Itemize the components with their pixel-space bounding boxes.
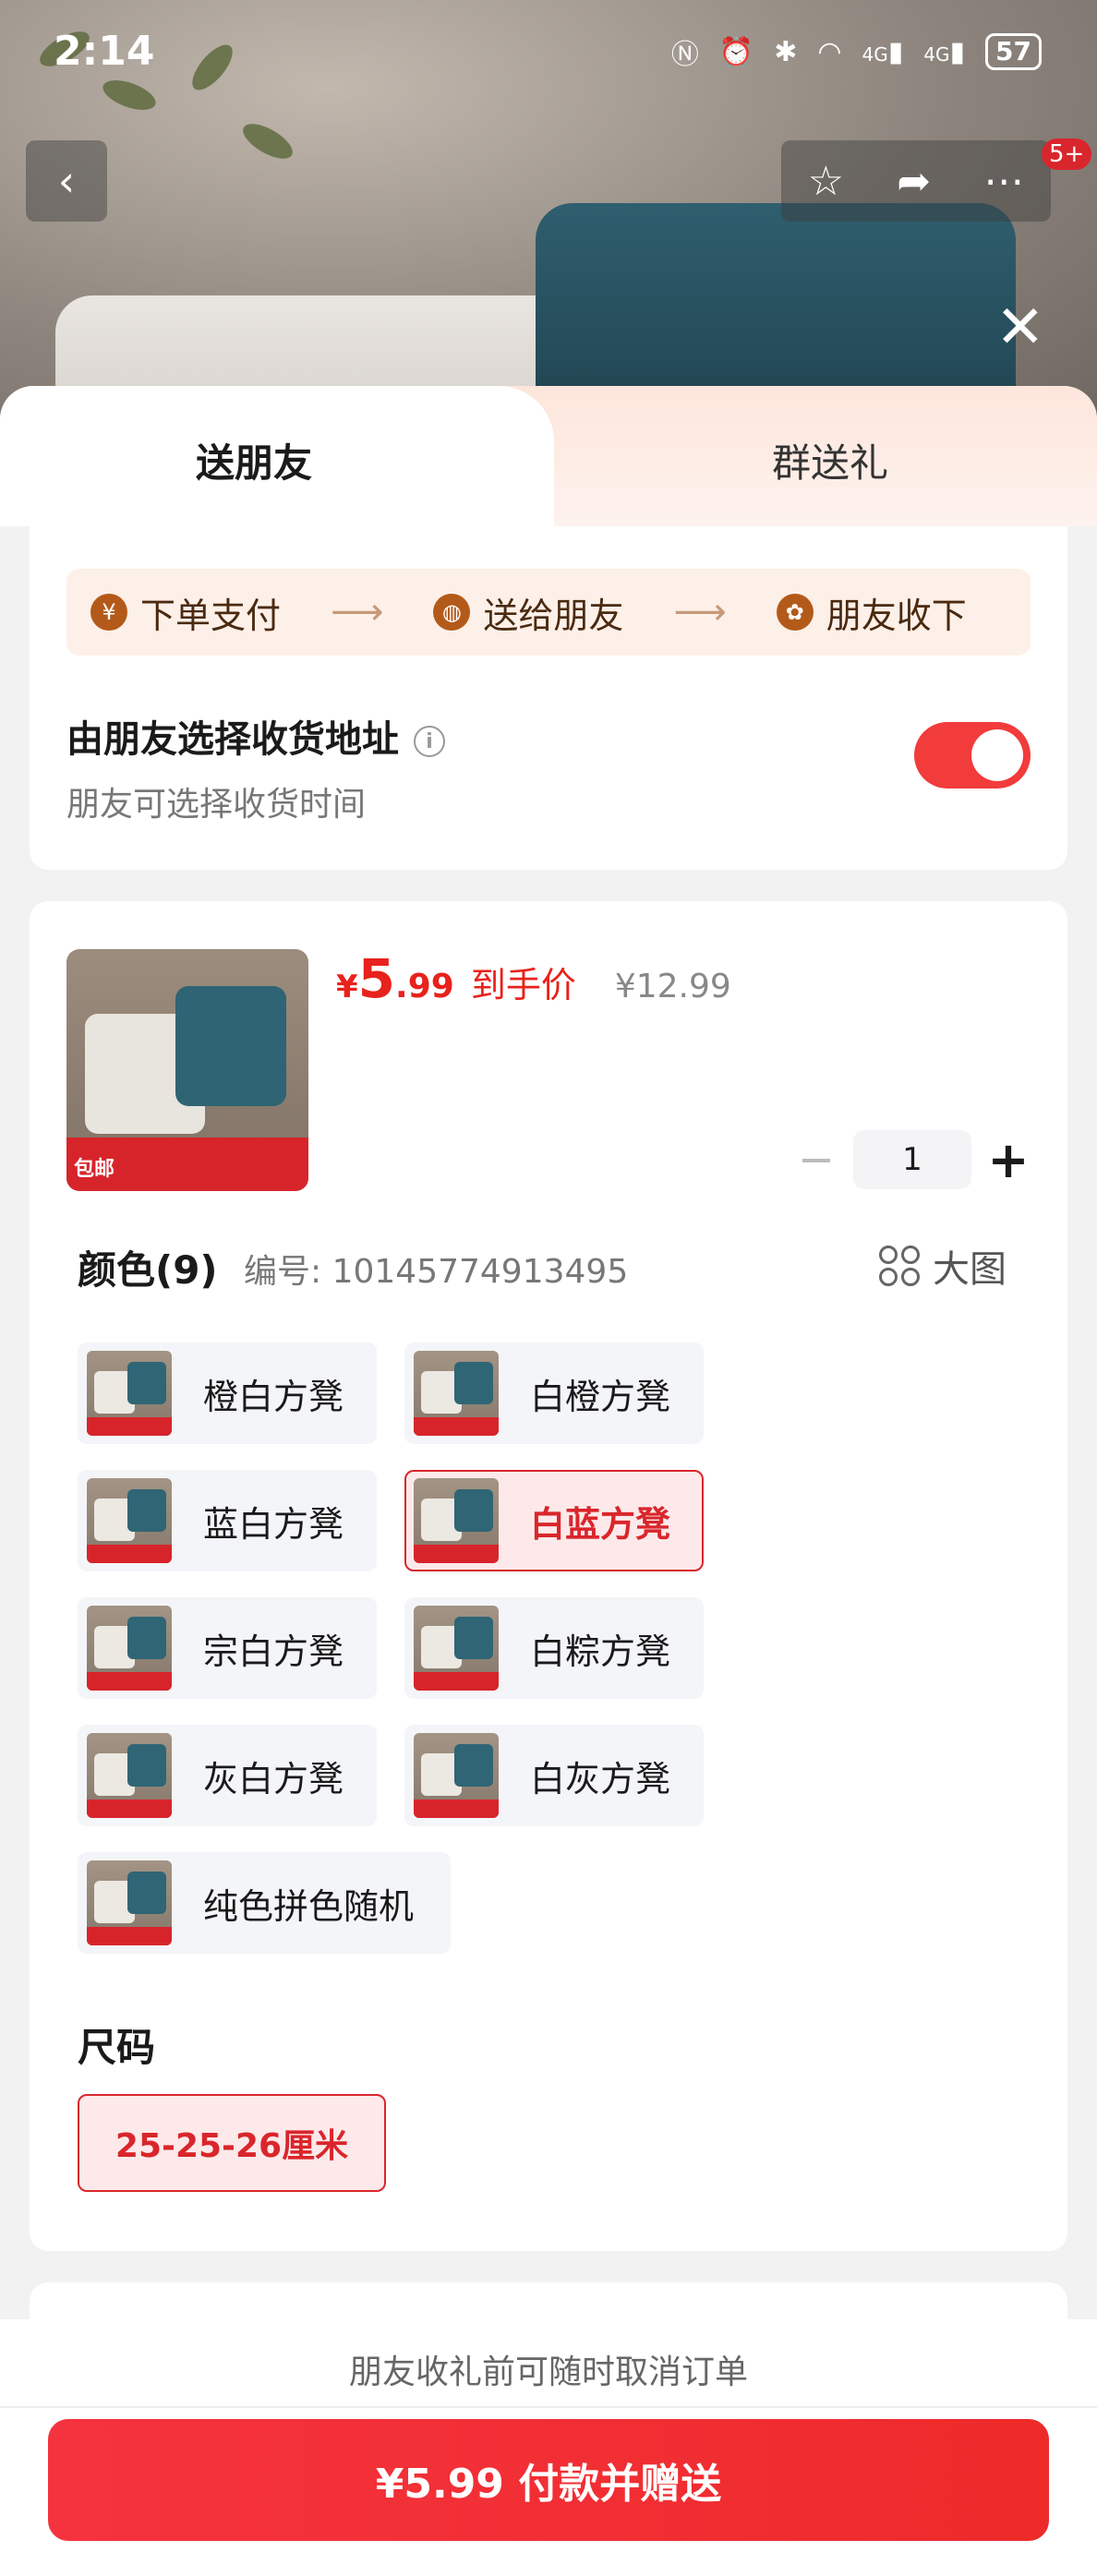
chevron-left-icon: ‹	[57, 156, 76, 206]
step-pay: ¥ 下单支付	[90, 587, 281, 638]
pay-and-gift-button[interactable]: ¥5.99 付款并赠送	[48, 2419, 1049, 2541]
address-title: 由朋友选择收货地址 i	[66, 709, 445, 763]
top-actions: ☆ ➦ ⋯	[781, 140, 1051, 222]
size-heading: 尺码	[78, 2025, 156, 2070]
back-button[interactable]: ‹	[26, 140, 107, 222]
color-option[interactable]: 白橙方凳	[404, 1342, 704, 1444]
friend-address-toggle[interactable]	[914, 722, 1031, 788]
grid-icon	[879, 1246, 920, 1286]
color-option[interactable]: 纯色拼色随机	[78, 1852, 451, 1954]
color-option[interactable]: 宗白方凳	[78, 1597, 377, 1699]
gift-tabs: 送朋友 群送礼	[0, 386, 1097, 526]
arrow-right-icon: ⟶	[673, 591, 727, 633]
signal-icon: 4G▮	[862, 35, 904, 68]
color-option[interactable]: 白灰方凳	[404, 1725, 704, 1826]
color-option[interactable]: 蓝白方凳	[78, 1470, 377, 1571]
product-spec-card: 包邮 ¥ 5 .99 到手价 ¥12.99 − 1 + 颜色(9) 编号: 10…	[30, 901, 1067, 2251]
color-option[interactable]: 橙白方凳	[78, 1342, 377, 1444]
step-send: ◍ 送给朋友	[433, 587, 623, 638]
yen-icon: ¥	[90, 594, 127, 631]
more-icon[interactable]: ⋯	[983, 158, 1024, 205]
color-option-selected[interactable]: 白蓝方凳	[404, 1470, 704, 1571]
cancel-note: 朋友收礼前可随时取消订单	[348, 2353, 748, 2391]
address-subtitle: 朋友可选择收货时间	[66, 786, 367, 824]
wechat-icon: ◍	[433, 594, 471, 631]
quantity-input[interactable]: 1	[853, 1130, 971, 1189]
product-code: 编号: 10145774913495	[244, 1253, 629, 1291]
gift-steps: ¥ 下单支付 ⟶ ◍ 送给朋友 ⟶ ✿ 朋友收下	[66, 569, 1031, 656]
big-image-button[interactable]: 大图	[879, 1239, 1007, 1293]
share-icon[interactable]: ➦	[897, 158, 931, 205]
color-option[interactable]: 白粽方凳	[404, 1597, 704, 1699]
tab-group-gift[interactable]: 群送礼	[772, 432, 888, 488]
color-option[interactable]: 灰白方凳	[78, 1725, 377, 1826]
nfc-icon: Ⓝ	[670, 39, 699, 71]
gift-icon: ✿	[776, 594, 814, 631]
quantity-stepper: − 1 +	[789, 1130, 1036, 1189]
bluetooth-icon: ✱	[774, 35, 798, 68]
info-icon[interactable]: i	[414, 726, 445, 757]
alarm-icon: ⏰	[718, 35, 754, 68]
arrow-right-icon: ⟶	[331, 591, 384, 633]
close-icon[interactable]: ✕	[995, 294, 1045, 362]
size-option-selected[interactable]: 25-25-26厘米	[78, 2094, 386, 2192]
status-time: 2:14	[54, 28, 155, 75]
original-price: ¥12.99	[614, 968, 731, 1005]
gift-flow-card: ¥ 下单支付 ⟶ ◍ 送给朋友 ⟶ ✿ 朋友收下 由朋友选择收货地址 i 朋友可选…	[30, 526, 1067, 870]
message-badge: 5+	[1042, 138, 1092, 170]
star-icon[interactable]: ☆	[808, 158, 844, 205]
signal-icon: 4G▮	[923, 35, 966, 68]
product-thumbnail[interactable]: 包邮	[66, 949, 308, 1191]
gift-sheet: 送朋友 群送礼 ¥ 下单支付 ⟶ ◍ 送给朋友 ⟶ ✿ 朋友收下 由朋友选择收货…	[0, 386, 1097, 2576]
step-receive: ✿ 朋友收下	[776, 587, 967, 638]
battery-indicator: 57	[985, 33, 1042, 70]
tab-send-friend[interactable]: 送朋友	[196, 432, 312, 488]
plus-button[interactable]: +	[981, 1131, 1036, 1189]
wifi-icon: ◠	[817, 35, 842, 68]
footer-bar: 朋友收礼前可随时取消订单 ¥5.99 付款并赠送	[0, 2319, 1097, 2576]
status-bar: 2:14 Ⓝ ⏰ ✱ ◠ 4G▮ 4G▮ 57	[0, 0, 1097, 111]
minus-button[interactable]: −	[789, 1134, 844, 1186]
color-heading: 颜色(9)	[78, 1247, 218, 1293]
price-line: ¥ 5 .99 到手价 ¥12.99	[336, 947, 731, 1010]
